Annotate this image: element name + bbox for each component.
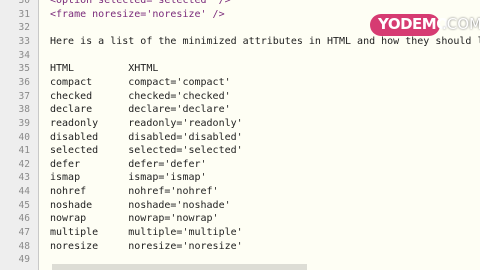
yodemo-watermark: YODEMO .COM [370, 14, 480, 36]
code-line[interactable]: 33 Here is a list of the minimized attrib… [0, 35, 480, 49]
code-line[interactable]: 30 <option selected='selected' /> [0, 0, 480, 8]
line-number: 31 [18, 8, 30, 20]
code-text: multiple multiple='multiple' [50, 227, 243, 239]
line-number: 41 [18, 145, 30, 157]
code-line[interactable]: 43 ismap ismap='ismap' [0, 171, 480, 185]
code-editor[interactable]: 30 <option selected='selected' /> 31 <frame… [0, 0, 480, 270]
code-line[interactable]: 38 declare declare='declare' [0, 103, 480, 117]
code-line[interactable]: 45 noshade noshade='noshade' [0, 199, 480, 213]
line-number: 37 [18, 90, 30, 102]
code-text: ismap ismap='ismap' [50, 172, 207, 184]
line-number: 46 [18, 213, 30, 225]
code-line[interactable]: 34 [0, 49, 480, 63]
code-line[interactable]: 37 checked checked='checked' [0, 90, 480, 104]
code-line[interactable]: 36 compact compact='compact' [0, 76, 480, 90]
code-line[interactable]: 41 selected selected='selected' [0, 144, 480, 158]
line-number: 49 [18, 254, 30, 266]
line-number: 32 [18, 22, 30, 34]
code-line[interactable]: 42 defer defer='defer' [0, 158, 480, 172]
line-number: 30 [18, 0, 30, 6]
line-number: 36 [18, 76, 30, 88]
code-text: readonly readonly='readonly' [50, 117, 243, 129]
code-text: disabled disabled='disabled' [50, 131, 243, 143]
line-number: 40 [18, 131, 30, 143]
code-text: checked checked='checked' [50, 90, 231, 102]
line-number: 35 [18, 63, 30, 75]
blurred-next-line [52, 264, 307, 270]
line-number: 38 [18, 104, 30, 116]
code-text: Here is a list of the minimized attribut… [50, 35, 480, 47]
code-text: noresize noresize='noresize' [50, 240, 243, 252]
line-number: 48 [18, 240, 30, 252]
code-text: nowrap nowrap='nowrap' [50, 213, 219, 225]
code-line[interactable]: 35 HTML XHTML [0, 62, 480, 76]
line-number: 42 [18, 158, 30, 170]
line-number: 33 [18, 35, 30, 47]
code-text: noshade noshade='noshade' [50, 199, 231, 211]
code-line[interactable]: 44 nohref nohref='nohref' [0, 185, 480, 199]
watermark-brand: YODEMO [378, 15, 449, 33]
line-number: 44 [18, 186, 30, 198]
code-text: <option selected='selected' /> [50, 0, 231, 6]
code-text: declare declare='declare' [50, 104, 231, 116]
code-text: selected selected='selected' [50, 145, 243, 157]
code-line[interactable]: 48 noresize noresize='noresize' [0, 240, 480, 254]
watermark-suffix: .COM [442, 15, 480, 33]
code-line[interactable]: 47 multiple multiple='multiple' [0, 226, 480, 240]
code-text: HTML XHTML [50, 63, 159, 75]
code-line[interactable]: 46 nowrap nowrap='nowrap' [0, 212, 480, 226]
code-text: <frame noresize='noresize' /> [50, 8, 225, 20]
code-line[interactable]: 40 disabled disabled='disabled' [0, 131, 480, 145]
code-text: compact compact='compact' [50, 76, 231, 88]
line-number: 45 [18, 199, 30, 211]
code-text: nohref nohref='nohref' [50, 186, 219, 198]
line-number: 34 [18, 49, 30, 61]
line-number: 43 [18, 172, 30, 184]
code-text: defer defer='defer' [50, 158, 207, 170]
line-number: 39 [18, 117, 30, 129]
line-number: 47 [18, 227, 30, 239]
code-line[interactable]: 39 readonly readonly='readonly' [0, 117, 480, 131]
